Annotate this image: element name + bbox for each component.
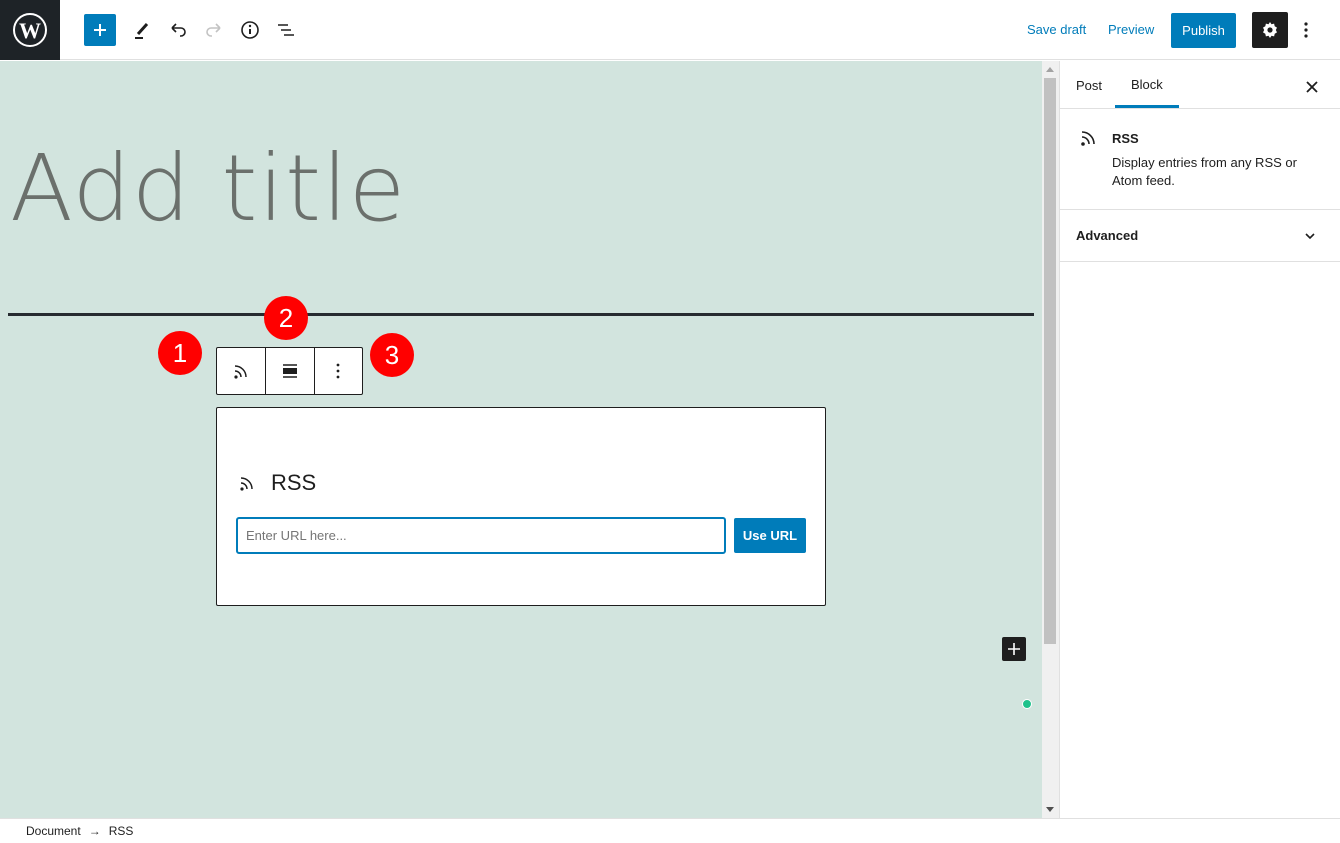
block-inserter-button[interactable] bbox=[84, 14, 116, 46]
editor-footer: Document → RSS bbox=[0, 818, 1340, 843]
advanced-panel-toggle[interactable]: Advanced bbox=[1060, 210, 1340, 262]
list-view-button[interactable] bbox=[270, 14, 302, 46]
close-icon bbox=[1306, 81, 1318, 93]
rss-url-input[interactable] bbox=[236, 517, 726, 554]
plus-icon bbox=[1008, 643, 1020, 655]
redo-icon bbox=[206, 23, 221, 37]
wordpress-logo[interactable]: W bbox=[0, 0, 60, 60]
block-card-title: RSS bbox=[1112, 131, 1139, 146]
block-card: RSS Display entries from any RSS or Atom… bbox=[1060, 109, 1340, 210]
status-indicator-dot bbox=[1022, 699, 1032, 709]
tools-button[interactable] bbox=[126, 14, 158, 46]
sidebar-tabs: Post Block bbox=[1060, 61, 1340, 109]
settings-button[interactable] bbox=[1252, 12, 1288, 48]
publish-button[interactable]: Publish bbox=[1171, 13, 1236, 48]
annotation-badge-3: 3 bbox=[370, 333, 414, 377]
plus-icon bbox=[94, 24, 106, 36]
editor-header: W Save draft Preview Publish bbox=[0, 0, 1340, 60]
save-draft-button[interactable]: Save draft bbox=[1027, 22, 1086, 37]
block-card-description: Display entries from any RSS or Atom fee… bbox=[1112, 155, 1297, 188]
editor-canvas: Add title 1 2 3 RSS Use URL bbox=[0, 61, 1042, 818]
breadcrumb-separator: → bbox=[88, 824, 101, 838]
undo-icon bbox=[171, 23, 186, 37]
info-icon bbox=[241, 21, 259, 39]
separator-block bbox=[8, 313, 1034, 316]
rss-icon bbox=[1081, 131, 1095, 146]
redo-button[interactable] bbox=[198, 14, 230, 46]
scrollbar-thumb[interactable] bbox=[1044, 78, 1056, 644]
rss-block-placeholder: RSS Use URL bbox=[216, 407, 826, 606]
svg-text:W: W bbox=[19, 18, 41, 43]
undo-button[interactable] bbox=[162, 14, 194, 46]
panel-title: Advanced bbox=[1076, 228, 1139, 243]
more-vertical-icon bbox=[1304, 22, 1308, 38]
breadcrumb-rss[interactable]: RSS bbox=[109, 824, 134, 838]
post-title-input[interactable]: Add title bbox=[10, 135, 406, 242]
scroll-down-arrow[interactable] bbox=[1046, 807, 1054, 812]
more-vertical-icon bbox=[336, 363, 340, 379]
settings-sidebar: Post Block RSS Display entries from any … bbox=[1059, 61, 1340, 818]
align-button[interactable] bbox=[265, 348, 313, 394]
block-toolbar bbox=[216, 347, 363, 395]
canvas-scrollbar[interactable] bbox=[1042, 61, 1059, 818]
block-options-button[interactable] bbox=[313, 348, 362, 394]
tab-post[interactable]: Post bbox=[1060, 61, 1118, 109]
gear-icon bbox=[1263, 22, 1277, 38]
rss-block-label: RSS bbox=[237, 470, 316, 496]
wordpress-icon: W bbox=[13, 13, 47, 47]
preview-button[interactable]: Preview bbox=[1108, 22, 1154, 37]
chevron-down-icon bbox=[1305, 233, 1315, 240]
options-button[interactable] bbox=[1296, 14, 1316, 46]
align-icon bbox=[283, 364, 297, 378]
use-url-button[interactable]: Use URL bbox=[734, 518, 806, 553]
scroll-up-arrow[interactable] bbox=[1046, 67, 1054, 72]
breadcrumb-document[interactable]: Document bbox=[26, 824, 81, 838]
list-view-icon bbox=[278, 24, 294, 36]
tab-block[interactable]: Block bbox=[1115, 61, 1179, 108]
details-button[interactable] bbox=[234, 14, 266, 46]
breadcrumb: Document → RSS bbox=[26, 824, 133, 838]
block-type-button[interactable] bbox=[217, 348, 265, 394]
close-sidebar-button[interactable] bbox=[1300, 75, 1324, 99]
rss-icon bbox=[240, 477, 253, 491]
annotation-badge-1: 1 bbox=[158, 331, 202, 375]
add-block-button[interactable] bbox=[1002, 637, 1026, 661]
pencil-icon bbox=[135, 22, 149, 39]
rss-icon bbox=[234, 365, 247, 379]
annotation-badge-2: 2 bbox=[264, 296, 308, 340]
rss-block-title: RSS bbox=[271, 470, 317, 495]
